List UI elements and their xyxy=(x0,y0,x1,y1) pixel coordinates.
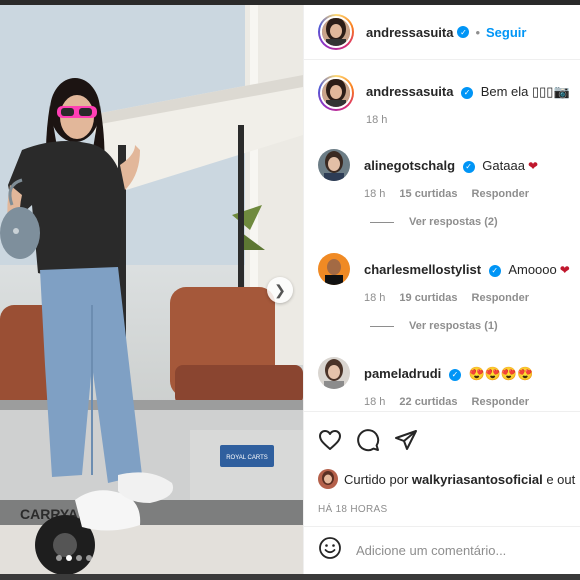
divider-line xyxy=(370,221,394,223)
liked-by-prefix: Curtido por xyxy=(344,471,412,487)
carousel-dot xyxy=(86,555,92,561)
author-username[interactable]: andressasuita xyxy=(366,25,453,40)
follow-button[interactable]: Seguir xyxy=(486,25,526,40)
comment-time[interactable]: 18 h xyxy=(364,292,385,304)
caption: andressasuita ✓ Bem ela ▯▯▯📷 18 h xyxy=(318,75,578,126)
avatar-image xyxy=(318,469,338,489)
avatar-image xyxy=(322,18,350,46)
commenter-avatar[interactable] xyxy=(318,253,350,285)
comment-item: charlesmellostylist ✓ Amoooo ❤ 18 h 19 cu… xyxy=(318,253,578,304)
comment-likes[interactable]: 22 curtidas xyxy=(399,396,457,408)
comment-text: 😍😍😍😍 xyxy=(468,366,534,381)
heart-icon xyxy=(319,430,341,450)
carousel-next-button[interactable]: ❯ xyxy=(267,277,293,303)
like-button[interactable] xyxy=(318,428,342,452)
emoji-button[interactable] xyxy=(318,536,342,565)
view-replies-button[interactable]: Ver respostas (1) xyxy=(370,320,498,332)
post-timestamp[interactable]: HÁ 18 HORAS xyxy=(318,504,387,515)
post-photo: ROYAL CARTS CARRYAL xyxy=(0,5,303,574)
chevron-right-icon: ❯ xyxy=(274,281,286,298)
commenter-avatar[interactable] xyxy=(318,149,350,181)
comment-item: pameladrudi ✓ 😍😍😍😍 18 h 22 curtidas Resp… xyxy=(318,357,578,408)
carousel-dot xyxy=(76,555,82,561)
comment-username[interactable]: pameladrudi xyxy=(364,366,441,381)
post-actions: Curtido por walkyriasantosoficial e out … xyxy=(304,411,580,531)
heart-emoji: ❤ xyxy=(527,159,538,173)
comment-text: Gataaa xyxy=(482,158,525,173)
view-replies-label: Ver respostas (1) xyxy=(409,320,498,332)
caption-time[interactable]: 18 h xyxy=(366,114,387,126)
divider-line xyxy=(370,325,394,327)
comment-username[interactable]: alinegotschalg xyxy=(364,158,455,173)
comment-likes[interactable]: 15 curtidas xyxy=(399,188,457,200)
carousel-dot-active xyxy=(66,555,72,561)
reply-button[interactable]: Responder xyxy=(472,396,529,408)
liked-by-suffix[interactable]: e out xyxy=(543,472,575,487)
comment-time[interactable]: 18 h xyxy=(364,396,385,408)
comment-time[interactable]: 18 h xyxy=(364,188,385,200)
post-header: andressasuita ✓ • Seguir xyxy=(304,5,580,60)
carousel-dot xyxy=(56,555,62,561)
caption-avatar[interactable] xyxy=(318,75,354,111)
comment-button[interactable] xyxy=(356,428,380,452)
reply-button[interactable]: Responder xyxy=(472,188,529,200)
comment-username[interactable]: charlesmellostylist xyxy=(364,262,481,277)
verified-badge-icon: ✓ xyxy=(448,369,461,381)
verified-badge-icon: ✓ xyxy=(457,26,470,38)
avatar-image xyxy=(322,79,350,107)
carousel-indicator xyxy=(56,555,92,561)
commenter-avatar[interactable] xyxy=(318,357,350,389)
avatar-image xyxy=(318,357,350,389)
share-button[interactable] xyxy=(394,428,418,452)
browser-bottom-edge xyxy=(0,574,580,580)
comment-likes[interactable]: 19 curtidas xyxy=(399,292,457,304)
separator-dot: • xyxy=(475,24,480,40)
verified-badge-icon: ✓ xyxy=(462,161,475,173)
liked-by: Curtido por walkyriasantosoficial e out xyxy=(318,469,580,489)
emoji-icon xyxy=(319,537,341,559)
view-replies-label: Ver respostas (2) xyxy=(409,216,498,228)
comment-text: Amoooo xyxy=(508,262,557,277)
send-icon xyxy=(395,430,417,450)
comment-input[interactable] xyxy=(356,543,556,558)
view-replies-button[interactable]: Ver respostas (2) xyxy=(370,216,498,228)
post-image[interactable]: ROYAL CARTS CARRYAL ❯ xyxy=(0,5,303,574)
liker-avatar[interactable] xyxy=(318,469,338,489)
author-avatar[interactable] xyxy=(318,14,354,50)
avatar-image xyxy=(318,149,350,181)
comment-item: alinegotschalg ✓ Gataaa ❤ 18 h 15 curtida… xyxy=(318,149,578,200)
cart-badge: ROYAL CARTS xyxy=(226,455,268,461)
verified-badge-icon: ✓ xyxy=(488,265,501,277)
verified-badge-icon: ✓ xyxy=(461,87,474,99)
avatar-image xyxy=(318,253,350,285)
comment-icon xyxy=(357,429,380,452)
add-comment-bar xyxy=(304,526,580,574)
caption-text: Bem ela ▯▯▯📷 xyxy=(480,84,570,99)
liked-by-user[interactable]: walkyriasantosoficial xyxy=(412,472,543,487)
post-details-panel: andressasuita ✓ • Seguir andressasuita ✓… xyxy=(303,5,580,574)
reply-button[interactable]: Responder xyxy=(472,292,529,304)
comments-list[interactable]: andressasuita ✓ Bem ela ▯▯▯📷 18 h alineg… xyxy=(304,61,580,411)
heart-emoji: ❤ xyxy=(559,263,570,277)
caption-username[interactable]: andressasuita xyxy=(366,84,453,99)
